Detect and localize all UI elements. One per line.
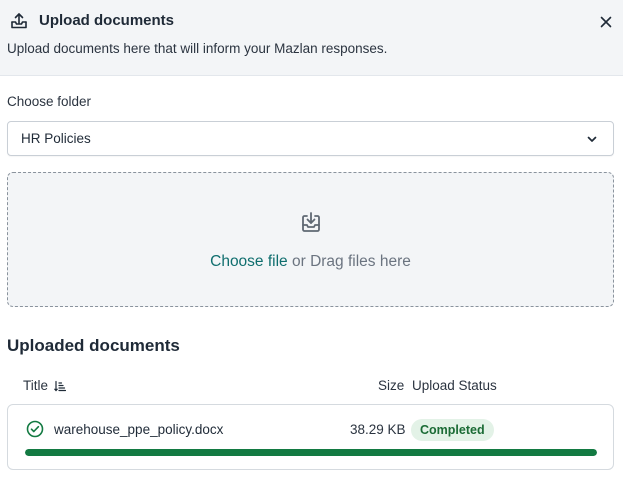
upload-tray-icon <box>11 13 27 29</box>
document-size: 38.29 KB <box>350 422 406 437</box>
chevron-down-icon <box>587 136 597 142</box>
column-title-label: Title <box>23 378 49 393</box>
file-dropzone[interactable]: Choose file or Drag files here <box>7 172 614 307</box>
dropzone-text: Choose file or Drag files here <box>8 253 613 271</box>
upload-progress-fill <box>25 449 597 456</box>
folder-selected-value: HR Policies <box>21 131 91 146</box>
sort-icon[interactable] <box>54 380 67 392</box>
upload-progress-bar <box>25 449 597 456</box>
column-header-size: Size <box>378 378 405 393</box>
close-button[interactable] <box>596 12 616 32</box>
document-row: warehouse_ppe_policy.docx 38.29 KB Compl… <box>7 404 614 470</box>
folder-select[interactable]: HR Policies <box>7 121 614 156</box>
folder-label: Choose folder <box>7 94 92 109</box>
modal-title: Upload documents <box>39 12 175 29</box>
status-badge: Completed <box>411 419 494 441</box>
uploaded-documents-heading: Uploaded documents <box>7 336 180 355</box>
document-name: warehouse_ppe_policy.docx <box>54 422 224 437</box>
check-circle-icon <box>26 420 44 438</box>
modal-subtitle: Upload documents here that will inform y… <box>7 41 388 56</box>
modal-header: Upload documents Upload documents here t… <box>0 0 623 76</box>
column-header-status: Upload Status <box>412 378 497 393</box>
choose-file-link[interactable]: Choose file <box>210 253 288 270</box>
drag-files-text: or Drag files here <box>287 253 411 270</box>
column-header-title[interactable]: Title <box>23 378 67 393</box>
download-tray-icon <box>302 212 320 232</box>
close-icon <box>600 16 612 28</box>
